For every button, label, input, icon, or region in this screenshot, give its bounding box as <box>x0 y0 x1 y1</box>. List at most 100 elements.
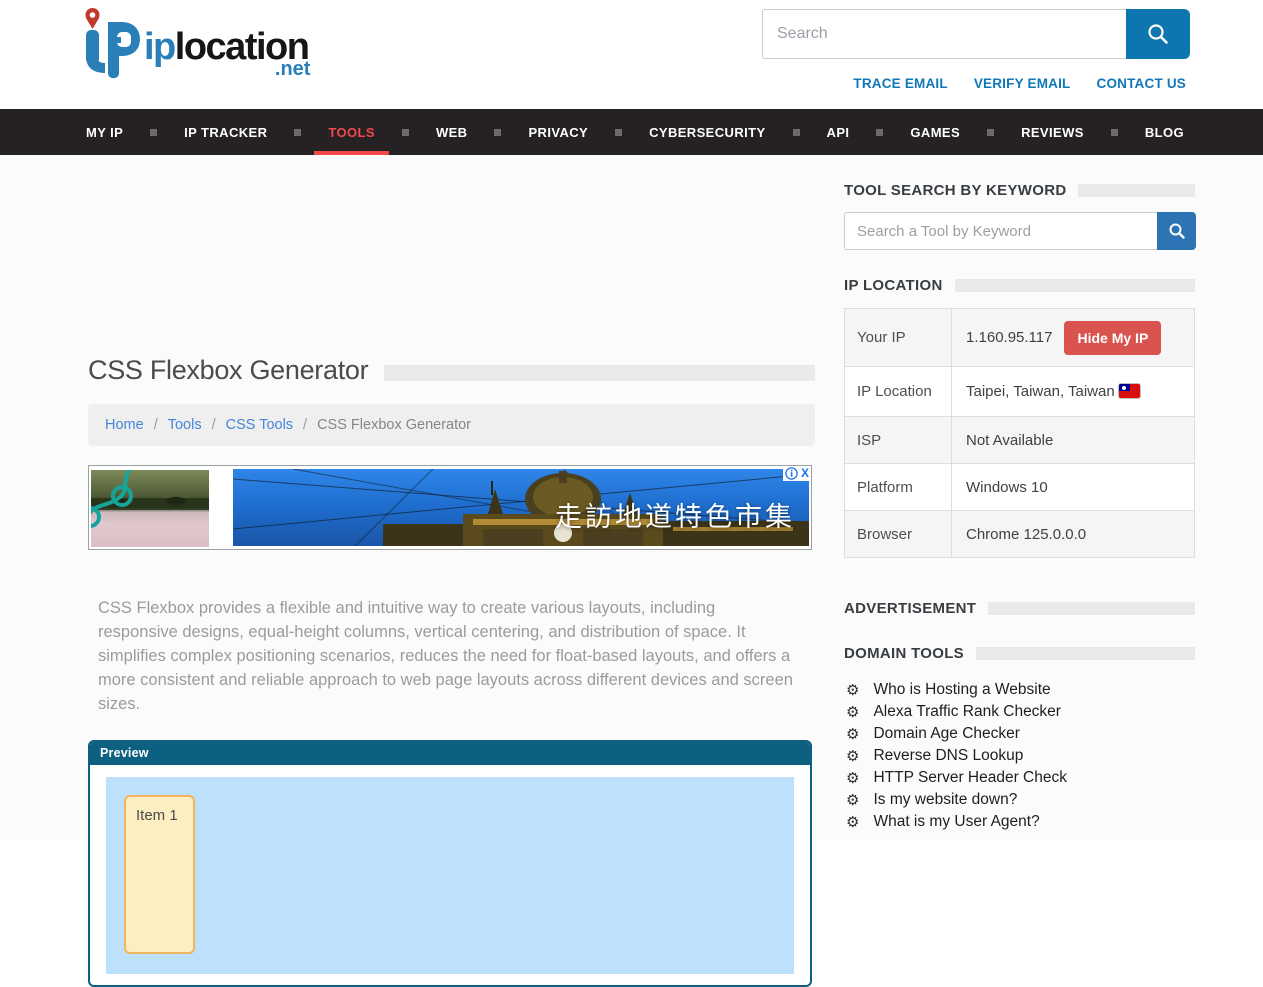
domain-tool-whois-hosting[interactable]: ⚙ Who is Hosting a Website <box>846 679 1197 701</box>
isp-value: Not Available <box>952 417 1195 464</box>
adchoices-info-icon[interactable] <box>785 467 798 480</box>
tool-search-heading-row: TOOL SEARCH BY KEYWORD <box>844 182 1195 199</box>
nav-separator <box>615 129 622 136</box>
nav-separator <box>793 129 800 136</box>
main-nav: MY IP IP TRACKER TOOLS WEB PRIVACY CYBER… <box>0 109 1263 155</box>
breadcrumb-separator: / <box>212 417 216 433</box>
logo-ip-monogram-icon <box>78 6 142 82</box>
taiwan-flag-icon <box>1119 384 1140 398</box>
breadcrumb-home[interactable]: Home <box>105 417 144 433</box>
nav-separator <box>876 129 883 136</box>
search-icon <box>1168 222 1186 240</box>
ad-close-icon[interactable]: X <box>801 467 809 480</box>
breadcrumb-css-tools[interactable]: CSS Tools <box>226 417 293 433</box>
gear-icon: ⚙ <box>846 749 859 764</box>
nav-item-ip-tracker[interactable]: IP TRACKER <box>170 109 281 155</box>
gear-icon: ⚙ <box>846 683 859 698</box>
tool-search-button[interactable] <box>1157 212 1196 250</box>
row-label: Browser <box>845 511 952 558</box>
domain-tool-reverse-dns[interactable]: ⚙ Reverse DNS Lookup <box>846 745 1197 767</box>
preview-panel-header: Preview <box>90 742 810 765</box>
site-search-button[interactable] <box>1126 9 1190 59</box>
tool-search-input[interactable] <box>844 212 1157 250</box>
contact-us-link[interactable]: CONTACT US <box>1097 76 1187 91</box>
ad-banner[interactable]: 走訪地道特色市集 X <box>88 465 812 550</box>
ad-main-image: 走訪地道特色市集 <box>233 469 809 546</box>
nav-item-web[interactable]: WEB <box>422 109 482 155</box>
ad-headline: 走訪地道特色市集 <box>555 495 795 534</box>
nav-item-my-ip[interactable]: MY IP <box>72 109 137 155</box>
hide-my-ip-button[interactable]: Hide My IP <box>1064 321 1161 355</box>
gear-icon: ⚙ <box>846 815 859 830</box>
nav-item-tools[interactable]: TOOLS <box>314 109 389 155</box>
site-header: iplocation .net TRACE EMAIL VERIFY EMAIL… <box>0 0 1263 109</box>
title-row: CSS Flexbox Generator <box>88 355 815 386</box>
nav-separator <box>402 129 409 136</box>
breadcrumb-tools[interactable]: Tools <box>168 417 202 433</box>
gear-icon: ⚙ <box>846 727 859 742</box>
site-logo[interactable]: iplocation .net <box>78 6 308 82</box>
logo-net-text: .net <box>275 58 311 81</box>
site-search <box>762 9 1190 59</box>
trace-email-link[interactable]: TRACE EMAIL <box>853 76 947 91</box>
breadcrumb-separator: / <box>154 417 158 433</box>
platform-value: Windows 10 <box>952 464 1195 511</box>
ip-location-heading: IP LOCATION <box>844 277 943 294</box>
nav-separator <box>294 129 301 136</box>
domain-tool-user-agent[interactable]: ⚙ What is my User Agent? <box>846 811 1197 833</box>
table-row: ISP Not Available <box>845 417 1195 464</box>
heading-bar <box>976 647 1195 660</box>
domain-tool-domain-age[interactable]: ⚙ Domain Age Checker <box>846 723 1197 745</box>
heading-bar <box>955 279 1195 292</box>
preview-panel-body: Item 1 <box>90 765 810 986</box>
row-label: Your IP <box>845 309 952 367</box>
logo-ip-text: ip <box>144 26 175 68</box>
ad-corner-controls: X <box>783 466 811 481</box>
breadcrumb-separator: / <box>303 417 307 433</box>
content-area: CSS Flexbox Generator Home / Tools / CSS… <box>0 155 1263 840</box>
header-links: TRACE EMAIL VERIFY EMAIL CONTACT US <box>853 76 1186 91</box>
nav-separator <box>987 129 994 136</box>
table-row: Your IP 1.160.95.117 Hide My IP <box>845 309 1195 367</box>
domain-tool-alexa-rank[interactable]: ⚙ Alexa Traffic Rank Checker <box>846 701 1197 723</box>
logo-wordmark: iplocation .net <box>144 6 308 69</box>
nav-item-reviews[interactable]: REVIEWS <box>1007 109 1098 155</box>
ip-location-heading-row: IP LOCATION <box>844 277 1195 294</box>
domain-tools-heading-row: DOMAIN TOOLS <box>844 645 1195 662</box>
nav-separator <box>150 129 157 136</box>
heading-bar <box>1078 184 1195 197</box>
breadcrumb: Home / Tools / CSS Tools / CSS Flexbox G… <box>88 404 815 446</box>
gear-icon: ⚙ <box>846 771 859 786</box>
tool-search-row <box>844 212 1196 250</box>
advertisement-heading: ADVERTISEMENT <box>844 600 976 617</box>
tool-search-heading: TOOL SEARCH BY KEYWORD <box>844 182 1066 199</box>
preview-panel: Preview Item 1 <box>88 740 812 987</box>
table-row: Browser Chrome 125.0.0.0 <box>845 511 1195 558</box>
row-label: Platform <box>845 464 952 511</box>
advertisement-heading-row: ADVERTISEMENT <box>844 600 1195 617</box>
ip-location-table: Your IP 1.160.95.117 Hide My IP IP Locat… <box>844 308 1195 558</box>
flex-preview-item: Item 1 <box>124 795 195 954</box>
gear-icon: ⚙ <box>846 705 859 720</box>
heading-bar <box>988 602 1195 615</box>
site-search-input[interactable] <box>762 9 1126 59</box>
heading-bar <box>384 365 815 381</box>
table-row: IP Location Taipei, Taiwan, Taiwan <box>845 367 1195 417</box>
nav-item-games[interactable]: GAMES <box>896 109 974 155</box>
domain-tool-website-down[interactable]: ⚙ Is my website down? <box>846 789 1197 811</box>
gear-icon: ⚙ <box>846 793 859 808</box>
search-icon <box>1146 22 1170 46</box>
your-ip-value: 1.160.95.117 <box>966 329 1052 346</box>
ad-thumbnail-image <box>91 470 209 547</box>
breadcrumb-current: CSS Flexbox Generator <box>317 417 471 433</box>
flex-preview-container: Item 1 <box>106 777 794 974</box>
nav-item-privacy[interactable]: PRIVACY <box>514 109 602 155</box>
ip-location-value: Taipei, Taiwan, Taiwan <box>966 383 1115 400</box>
nav-item-blog[interactable]: BLOG <box>1131 109 1198 155</box>
domain-tool-http-header[interactable]: ⚙ HTTP Server Header Check <box>846 767 1197 789</box>
nav-separator <box>1111 129 1118 136</box>
verify-email-link[interactable]: VERIFY EMAIL <box>974 76 1071 91</box>
nav-item-api[interactable]: API <box>813 109 864 155</box>
nav-item-cybersecurity[interactable]: CYBERSECURITY <box>635 109 779 155</box>
table-row: Platform Windows 10 <box>845 464 1195 511</box>
